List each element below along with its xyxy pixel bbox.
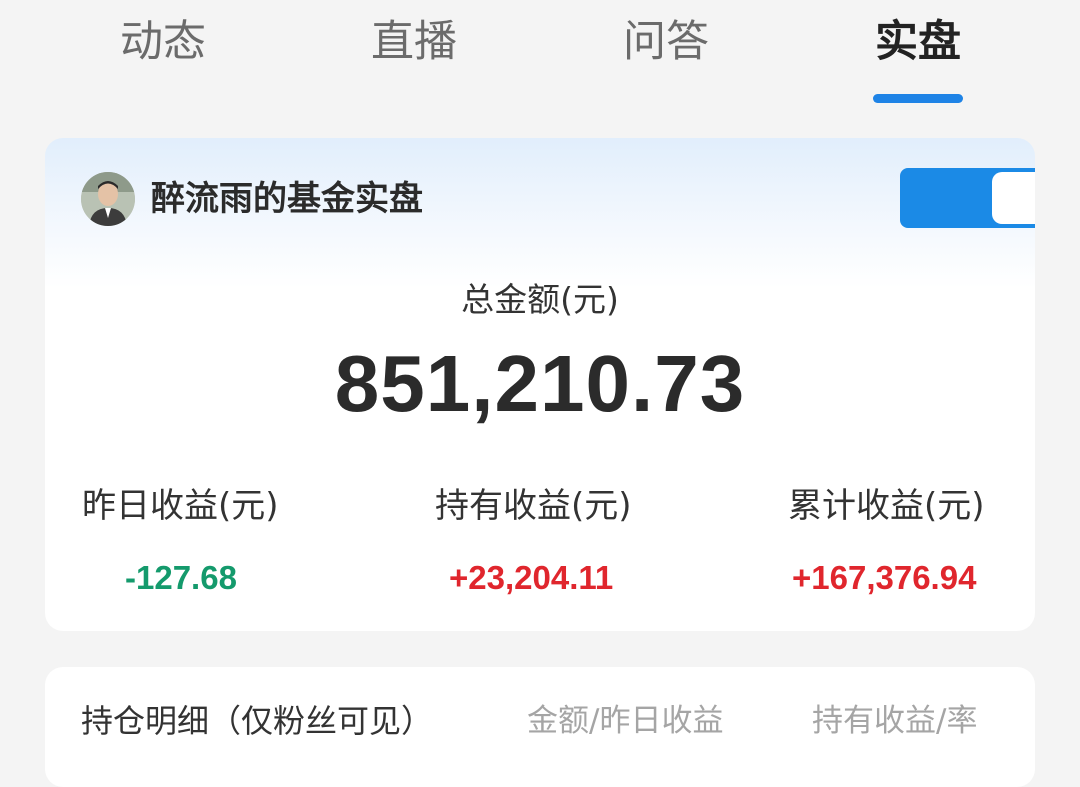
total-amount-label: 总金额(元)	[461, 280, 619, 319]
tab-bar: 动态 直播 问答 实盘	[0, 0, 1080, 120]
cumulative-profit-value: +167,376.94	[792, 559, 977, 596]
total-amount-value: 851,210.73	[334, 339, 746, 428]
holding-profit-value: +23,204.11	[449, 559, 614, 596]
tab-dynamics[interactable]: 动态	[83, 14, 243, 70]
holdings-title: 持仓明细（仅粉丝可见）	[81, 702, 434, 740]
tab-live[interactable]: 直播	[334, 14, 494, 70]
portfolio-summary-card: 醉流雨的基金实盘 总金额(元) 851,210.73 昨日收益(元) 持有收益(…	[45, 138, 1035, 631]
tab-real-portfolio[interactable]: 实盘	[838, 14, 998, 70]
yesterday-profit-value: -127.68	[125, 559, 237, 596]
tab-qa[interactable]: 问答	[586, 14, 746, 70]
active-tab-indicator	[873, 94, 963, 103]
holding-profit-label: 持有收益(元)	[435, 486, 632, 526]
user-avatar-icon[interactable]	[81, 172, 135, 226]
holdings-card: 持仓明细（仅粉丝可见） 金额/昨日收益 持有收益/率	[45, 667, 1035, 787]
visibility-toggle[interactable]	[900, 168, 1035, 228]
account-title: 醉流雨的基金实盘	[151, 179, 423, 219]
yesterday-profit-label: 昨日收益(元)	[82, 486, 279, 526]
holdings-column-amount[interactable]: 金额/昨日收益	[527, 699, 723, 743]
holdings-column-profit[interactable]: 持有收益/率	[812, 699, 977, 743]
cumulative-profit-label: 累计收益(元)	[788, 486, 985, 526]
toggle-knob	[992, 172, 1035, 224]
